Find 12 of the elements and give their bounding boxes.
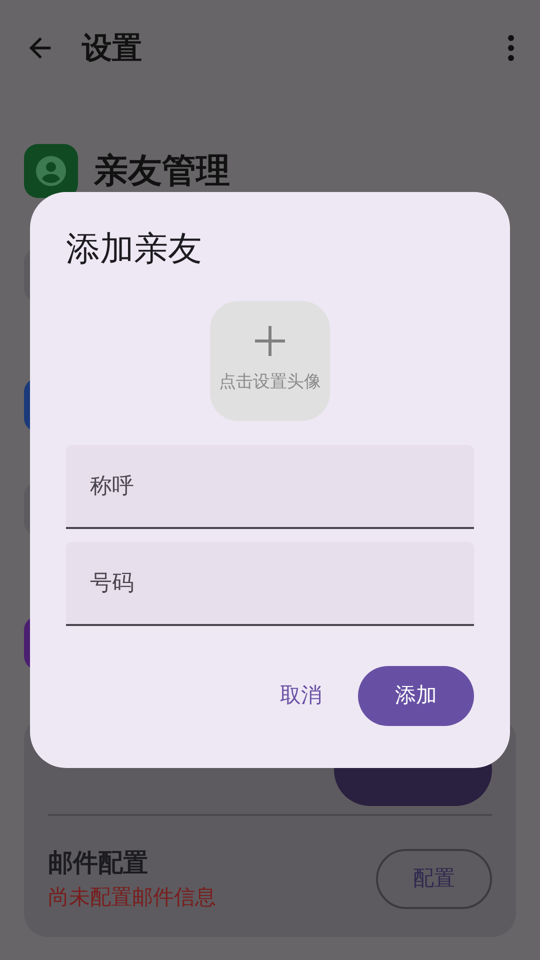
dialog-title: 添加亲友 [66,228,203,271]
section-title: 亲友管理 [94,150,230,192]
add-button[interactable]: 添加 [358,666,474,726]
more-icon[interactable] [506,34,516,62]
plus-icon [255,326,285,356]
status-text: 尚未配置邮件信息 [48,884,216,910]
cancel-button[interactable]: 取消 [260,666,342,726]
input-field[interactable]: 称呼 [66,445,474,529]
page-title: 设置 [82,30,142,68]
row-title: 邮件配置 [48,847,149,879]
input-field[interactable]: 号码 [66,542,474,626]
contact-icon [24,144,78,198]
